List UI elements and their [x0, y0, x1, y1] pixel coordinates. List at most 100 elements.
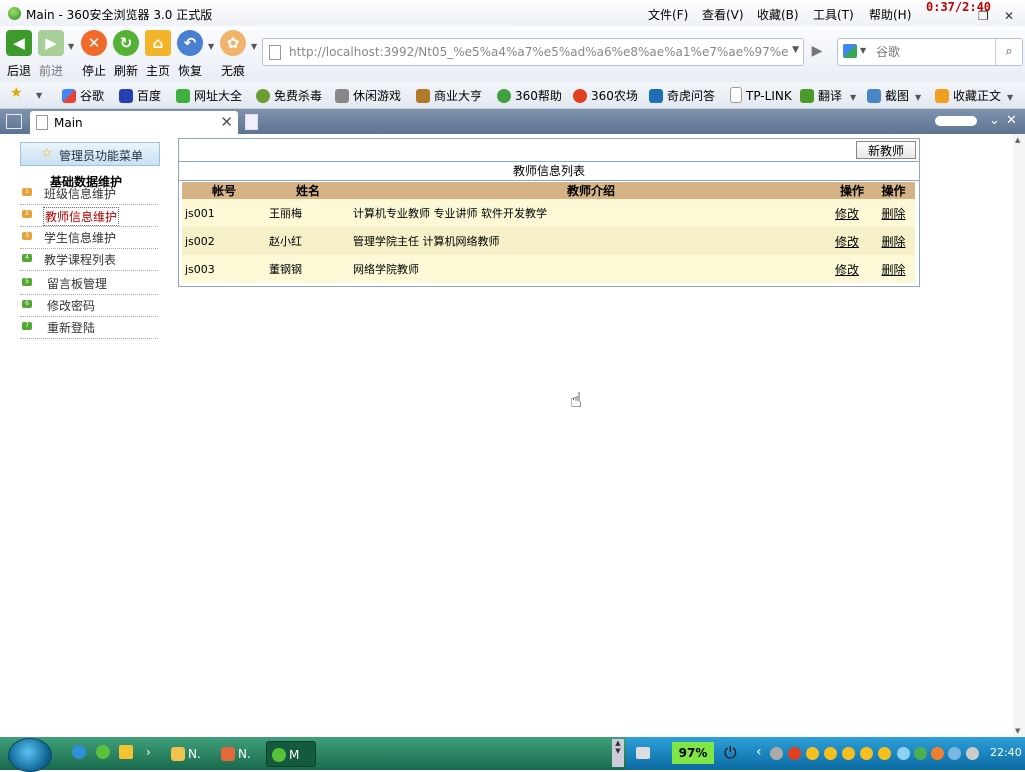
delete-link[interactable]: 删除 [881, 263, 905, 277]
search-box[interactable]: ▼ ⌕ [837, 38, 1023, 66]
title-bar: Main - 360安全浏览器 3.0 正式版 文件(F) 查看(V) 收藏(B… [0, 0, 1025, 26]
new-tab-icon[interactable] [245, 114, 258, 130]
power-plug-icon[interactable]: ⏻ [724, 743, 737, 763]
url-input[interactable] [287, 42, 791, 62]
bookmark-casual-games[interactable]: 休闲游戏 [335, 87, 401, 104]
restore-dropdown-icon[interactable]: ▼ [208, 42, 214, 51]
back-button[interactable]: ◀ 后退 [1, 30, 37, 79]
browser-quicklaunch-icon[interactable] [96, 745, 110, 759]
bookmark-360-help[interactable]: 360帮助 [497, 87, 562, 104]
screenshot-dropdown-icon[interactable]: ▼ [915, 93, 921, 102]
screenshot-button[interactable]: 截图 ▼ [867, 87, 921, 104]
edit-link[interactable]: 修改 [835, 207, 859, 221]
table-row: js002 赵小红 管理学院主任 计算机网络教师 修改 删除 [182, 227, 915, 255]
address-bar[interactable]: ▼ [262, 38, 804, 66]
engine-dropdown-icon[interactable]: ▼ [860, 46, 866, 55]
translate-button[interactable]: 翻译 ▼ [800, 87, 856, 104]
chevron-down-icon[interactable]: ⌄ [989, 113, 1000, 128]
navigation-toolbar: ◀ 后退 ▶ 前进 ▼ ✕ 停止 ↻ 刷新 ⌂ 主页 ↶ 恢复 ▼ ✿ 无痕 ▼… [0, 26, 1025, 82]
browser-logo-icon [8, 7, 21, 20]
bookmark-qihoo-qa[interactable]: 奇虎问答 [649, 87, 715, 104]
back-label: 后退 [6, 64, 31, 78]
tab-main[interactable]: Main ✕ [30, 111, 238, 134]
security-shield-icon[interactable] [914, 747, 927, 760]
menu-view[interactable]: 查看(V) [702, 6, 744, 23]
edit-link[interactable]: 修改 [835, 263, 859, 277]
flag-quicklaunch-icon[interactable] [119, 745, 133, 759]
close-window-icon[interactable]: ✕ [1004, 9, 1014, 23]
qq-icon[interactable] [860, 747, 873, 760]
bookmark-url-directory[interactable]: 网址大全 [176, 87, 242, 104]
close-tab-icon[interactable]: ✕ [220, 113, 233, 131]
refresh-button[interactable]: ↻ 刷新 [108, 30, 144, 79]
delete-link[interactable]: 删除 [881, 207, 905, 221]
favorites-dropdown-icon[interactable]: ▼ [36, 91, 42, 100]
wireless-icon[interactable] [948, 747, 961, 760]
qq-icon[interactable] [824, 747, 837, 760]
sidebar-item-message-board[interactable]: 5 留言板管理 [20, 272, 158, 295]
translate-dropdown-icon[interactable]: ▼ [850, 93, 856, 102]
tray-expand-icon[interactable]: ‹ [756, 744, 762, 760]
home-button[interactable]: ⌂ 主页 [140, 30, 176, 79]
qq-icon[interactable] [806, 747, 819, 760]
forward-button[interactable]: ▶ 前进 [33, 30, 69, 79]
sidebar-item-course-list[interactable]: 4 教学课程列表 [20, 248, 158, 271]
bookmark-baidu[interactable]: 百度 [119, 87, 161, 104]
antivirus-icon [256, 89, 270, 103]
address-dropdown-icon[interactable]: ▼ [792, 45, 799, 55]
new-teacher-button[interactable]: 新教师 [856, 141, 916, 159]
bookmark-360-farm[interactable]: 360农场 [573, 87, 638, 104]
search-input[interactable] [874, 42, 996, 62]
keyboard-icon[interactable] [636, 747, 650, 759]
ie-quicklaunch-icon[interactable] [72, 745, 86, 759]
messenger-icon[interactable] [897, 747, 910, 760]
warning-icon[interactable] [931, 747, 944, 760]
qq-icon[interactable] [842, 747, 855, 760]
scroll-up-icon[interactable]: ▲ [1015, 136, 1020, 144]
sidebar-item-change-password[interactable]: 6 修改密码 [20, 294, 158, 317]
edit-link[interactable]: 修改 [835, 235, 859, 249]
bookmark-business-tycoon[interactable]: 商业大亨 [416, 87, 482, 104]
delete-link[interactable]: 删除 [881, 235, 905, 249]
go-icon[interactable]: ▶ [806, 40, 828, 62]
save-text-dropdown-icon[interactable]: ▼ [1007, 93, 1013, 102]
taskbar-item-folder[interactable]: N. [166, 741, 216, 767]
sidebar-item-teacher-info[interactable]: 2 教师信息维护 [20, 204, 158, 227]
sidebar-item-relogin[interactable]: 7 重新登陆 [20, 316, 158, 339]
qq-icon[interactable] [878, 747, 891, 760]
quicklaunch-more-icon[interactable]: › [146, 745, 151, 759]
start-button[interactable] [8, 738, 52, 772]
taskbar-item-app[interactable]: N. [216, 741, 264, 767]
scroll-down-icon[interactable]: ▼ [1015, 727, 1020, 735]
menu-help[interactable]: 帮助(H) [869, 6, 911, 23]
menu-tools[interactable]: 工具(T) [813, 6, 854, 23]
network-icon[interactable] [770, 747, 783, 760]
menu-favorites[interactable]: 收藏(B) [757, 6, 799, 23]
sidebar-item-class-info[interactable]: 1 班级信息维护 [20, 182, 158, 205]
bookmark-google[interactable]: 谷歌 [62, 87, 104, 104]
chat-icon[interactable] [788, 747, 801, 760]
incognito-dropdown-icon[interactable]: ▼ [251, 42, 257, 51]
close-icon[interactable]: ✕ [1006, 113, 1017, 128]
search-icon[interactable]: ⌕ [995, 39, 1022, 65]
bookmark-free-antivirus[interactable]: 免费杀毒 [256, 87, 322, 104]
vertical-scrollbar[interactable]: ▲ ▼ [1013, 134, 1025, 737]
save-page-text-button[interactable]: 收藏正文 ▼ [935, 87, 1013, 104]
taskbar-item-browser[interactable]: M [266, 741, 316, 767]
sidebar-item-student-info[interactable]: 3 学生信息维护 [20, 226, 158, 249]
restore-window-icon[interactable]: ❐ [978, 9, 989, 23]
history-dropdown-icon[interactable]: ▼ [68, 42, 74, 51]
admin-menu-header: ☆ 管理员功能菜单 [20, 142, 160, 166]
incognito-button[interactable]: ✿ 无痕 [215, 30, 251, 79]
menu-file[interactable]: 文件(F) [648, 6, 688, 23]
cell-account: js002 [182, 227, 266, 255]
sidebar-toggle-icon[interactable] [6, 114, 22, 129]
favorites-star-icon[interactable]: ★ [10, 85, 23, 101]
stop-button[interactable]: ✕ 停止 [76, 30, 112, 79]
page-icon [36, 115, 48, 130]
volume-icon[interactable] [966, 747, 979, 760]
bookmark-tp-link[interactable]: TP-LINK [730, 87, 792, 103]
taskbar-scroll-icon[interactable]: ▲ ▼ [612, 739, 624, 767]
tab-search-pill[interactable] [935, 116, 977, 126]
restore-button[interactable]: ↶ 恢复 [172, 30, 208, 79]
